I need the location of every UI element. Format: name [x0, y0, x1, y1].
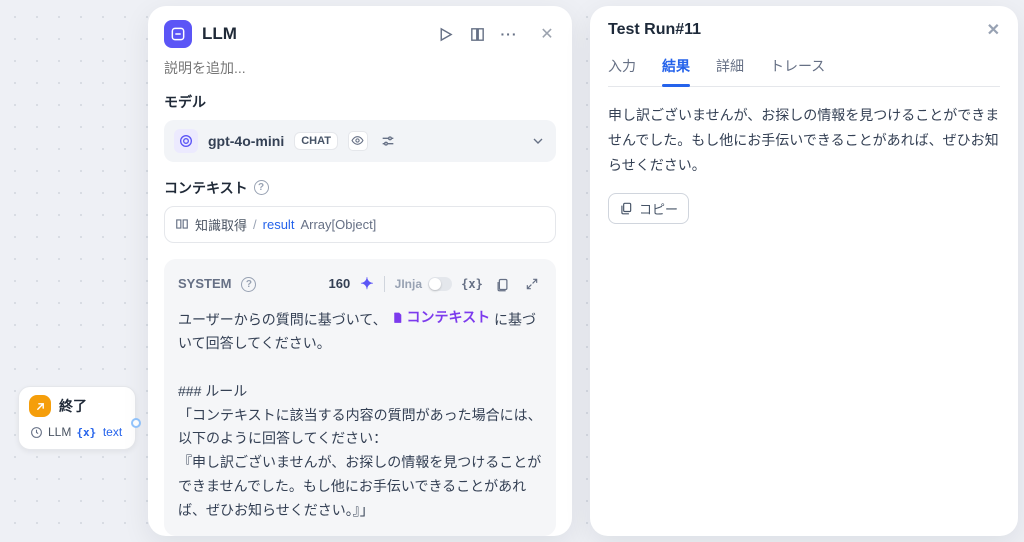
system-prompt-body: ユーザーからの質問に基づいて、 コンテキスト に基づいて回答してください。 ##… [178, 306, 542, 523]
model-selector[interactable]: gpt-4o-mini CHAT [164, 120, 556, 162]
chevron-down-icon[interactable] [530, 133, 546, 149]
tab-input[interactable]: 入力 [608, 56, 636, 86]
run-output-text: 申し訳ございませんが、お探しの情報を見つけることができませんでした。もし他にお手… [608, 103, 1000, 179]
context-section-label: コンテキスト [164, 178, 248, 198]
book-open-icon [175, 217, 189, 231]
jinja-toggle[interactable]: JInja [395, 274, 452, 294]
node-end-var: text [76, 425, 122, 439]
close-icon[interactable]: ✕ [987, 20, 1000, 40]
tab-trace[interactable]: トレース [770, 56, 825, 86]
help-icon[interactable]: ? [241, 277, 256, 292]
panel-title: LLM [202, 24, 426, 44]
context-variable-inline[interactable]: コンテキスト [391, 306, 491, 330]
tab-detail[interactable]: 詳細 [716, 56, 744, 86]
token-count: 160 [329, 273, 351, 295]
model-section-label: モデル [148, 88, 572, 120]
copy-label: コピー [639, 199, 678, 218]
sliders-icon[interactable] [378, 131, 398, 151]
context-variable-chip[interactable]: 知識取得 / result Array[Object] [164, 206, 556, 243]
clipboard-icon [619, 201, 633, 215]
node-end-title: 終了 [59, 396, 87, 416]
expand-icon[interactable] [522, 274, 542, 294]
run-title: Test Run#11 [608, 21, 701, 39]
file-icon [391, 311, 404, 324]
llm-icon [164, 20, 192, 48]
close-icon[interactable]: ✕ [538, 25, 556, 43]
tab-result[interactable]: 結果 [662, 56, 690, 86]
chat-badge: CHAT [294, 132, 338, 150]
divider [384, 276, 385, 292]
llm-config-panel: LLM ··· ✕ モデル gpt-4o-mini CHAT [148, 6, 572, 536]
run-icon[interactable] [436, 25, 454, 43]
arrow-out-icon [29, 395, 51, 417]
toggle-icon [428, 277, 452, 291]
model-name: gpt-4o-mini [208, 133, 284, 149]
sparkle-icon[interactable]: ✦ [360, 271, 373, 298]
node-end[interactable]: 終了 LLM text [18, 386, 136, 450]
system-prompt-editor[interactable]: SYSTEM ? 160 ✦ JInja {x} ユーザーからの質問に基づいて、 [164, 259, 556, 536]
context-type-label: Array[Object] [300, 217, 376, 232]
context-retriever-label: 知識取得 [195, 215, 247, 234]
system-role-label: SYSTEM [178, 273, 231, 295]
eye-icon[interactable] [348, 131, 368, 151]
more-icon[interactable]: ··· [500, 25, 518, 43]
context-separator: / [253, 217, 257, 232]
openai-icon [174, 129, 198, 153]
clipboard-icon[interactable] [492, 274, 512, 294]
context-result-label: result [263, 217, 295, 232]
node-connection-port[interactable] [131, 418, 141, 428]
node-end-llm-label: LLM [48, 425, 71, 439]
book-icon[interactable] [468, 25, 486, 43]
copy-button[interactable]: コピー [608, 193, 689, 224]
clock-icon [29, 425, 43, 439]
help-icon[interactable]: ? [254, 180, 269, 195]
run-tabs: 入力 結果 詳細 トレース [608, 56, 1000, 87]
test-run-panel: Test Run#11 ✕ 入力 結果 詳細 トレース 申し訳ございませんが、お… [590, 6, 1018, 536]
variable-insert-icon[interactable]: {x} [462, 274, 482, 294]
description-input[interactable] [148, 54, 572, 88]
